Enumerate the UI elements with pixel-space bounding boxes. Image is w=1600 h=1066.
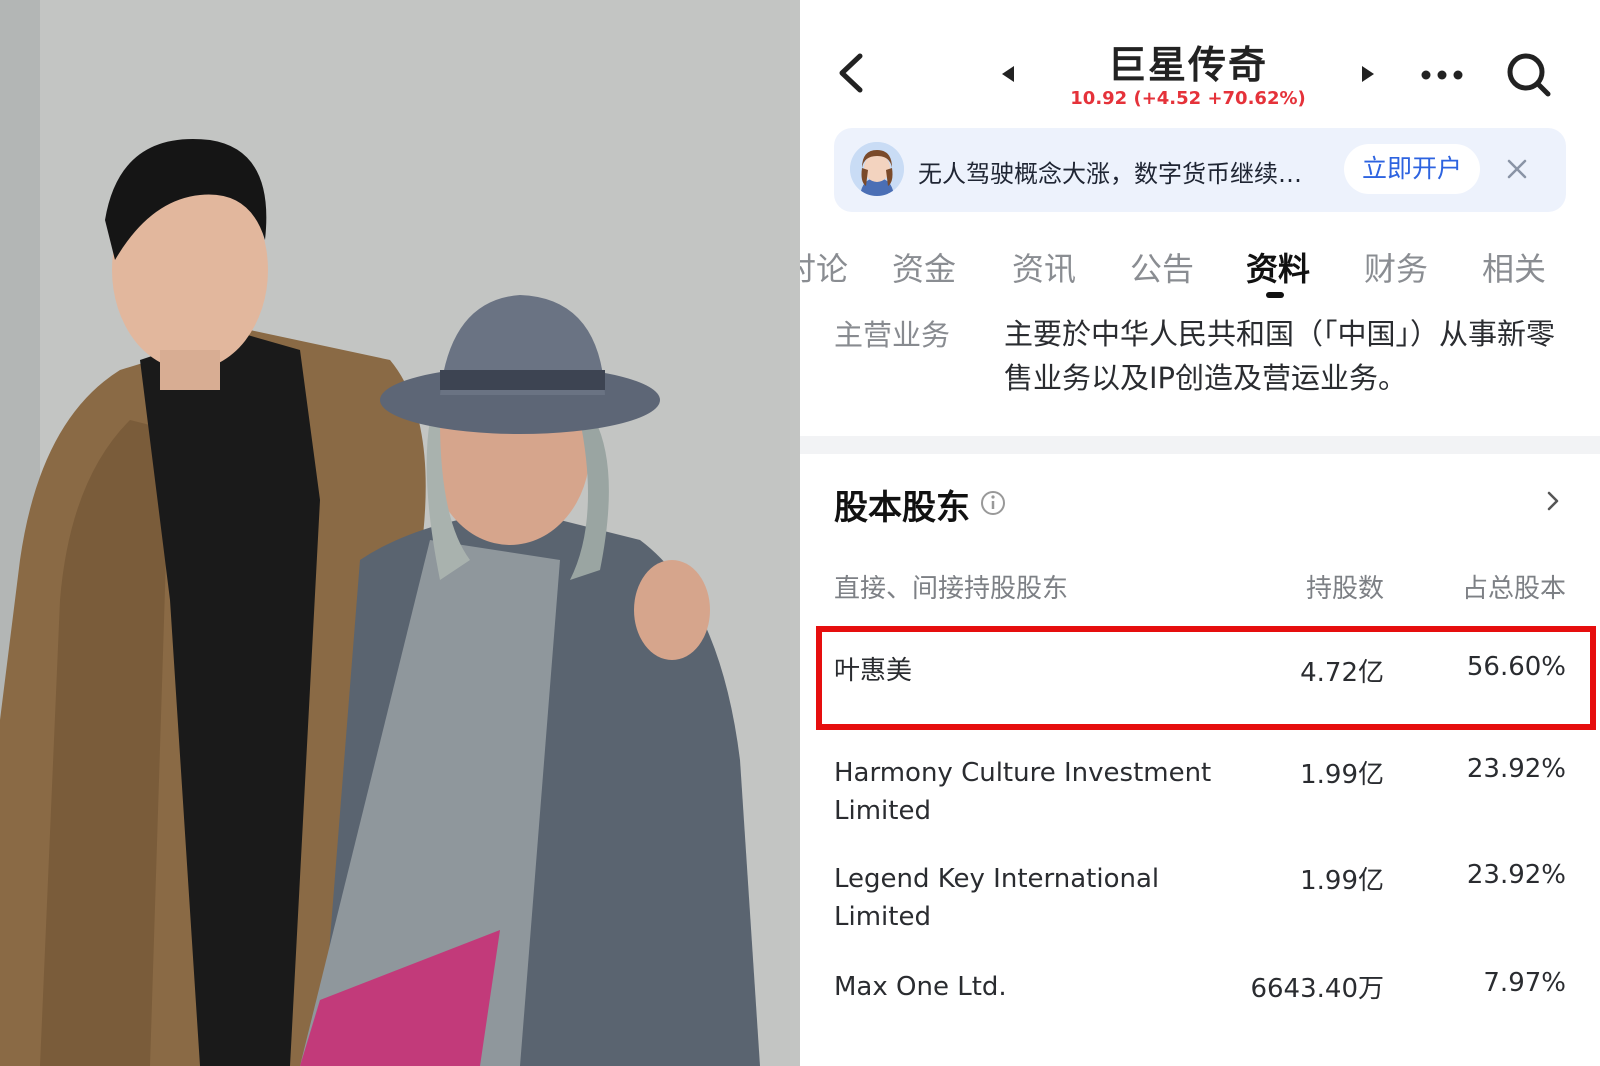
- stock-name: 巨星传奇: [1107, 43, 1268, 87]
- info-icon[interactable]: [978, 488, 1008, 518]
- stock-price-change: 10.92 (+4.52 +70.62%): [1070, 88, 1306, 109]
- assistant-avatar: [850, 142, 904, 196]
- stock-app-screen: 巨星传奇 10.92 (+4.52 +70.62%) 无人驾驶概念大涨，数字货币…: [800, 0, 1600, 1066]
- search-icon[interactable]: [1504, 50, 1554, 100]
- tab-profile[interactable]: 资料: [1246, 244, 1310, 290]
- shareholder-shares: 1.99亿: [1300, 760, 1384, 790]
- column-header-percent: 占总股本: [1461, 574, 1566, 604]
- tab-discussion[interactable]: 讨论: [800, 244, 848, 290]
- open-account-button[interactable]: 立即开户: [1344, 144, 1480, 194]
- shareholders-section-title[interactable]: 股本股东: [834, 480, 970, 529]
- shareholder-name: Max One Ltd.: [834, 972, 1007, 1002]
- photo-panel: [0, 0, 800, 1066]
- shareholder-name: Legend Key International Limited: [834, 864, 1160, 932]
- more-options-icon[interactable]: [1418, 60, 1466, 90]
- shareholder-name: Harmony Culture Investment Limited: [834, 758, 1212, 826]
- column-header-holder: 直接、间接持股股东: [834, 574, 1069, 604]
- tab-news[interactable]: 资讯: [1012, 244, 1076, 290]
- column-header-shares: 持股数: [1305, 574, 1384, 604]
- portrait-photo: [0, 0, 800, 1066]
- tab-financials[interactable]: 财务: [1364, 244, 1428, 290]
- tab-bar: 讨论 资金 资讯 公告 资料 财务 相关: [800, 236, 1600, 302]
- promo-banner[interactable]: 无人驾驶概念大涨，数字货币继续… 立即开户: [834, 128, 1566, 212]
- chevron-right-icon[interactable]: [1542, 488, 1564, 514]
- tab-related[interactable]: 相关: [1482, 244, 1546, 290]
- main-business-label: 主营业务: [834, 318, 951, 352]
- back-arrow-icon[interactable]: [830, 48, 870, 98]
- tab-announcements[interactable]: 公告: [1130, 244, 1194, 290]
- promo-message: 无人驾驶概念大涨，数字货币继续…: [918, 160, 1302, 188]
- shareholder-percent: 23.92%: [1466, 754, 1566, 784]
- prev-stock-icon[interactable]: [996, 62, 1020, 86]
- avatar-illustration: [850, 142, 904, 196]
- tab-funds[interactable]: 资金: [892, 244, 956, 290]
- active-tab-indicator: [1266, 292, 1284, 298]
- section-divider: [800, 436, 1600, 454]
- next-stock-icon[interactable]: [1356, 62, 1380, 86]
- shareholder-percent: 23.92%: [1466, 860, 1566, 890]
- shareholder-shares: 6643.40万: [1250, 974, 1384, 1004]
- shareholder-percent: 7.97%: [1483, 968, 1566, 998]
- main-business-text: 主要於中华人民共和国（「中国」）从事新零售业务以及IP创造及营运业务。: [1004, 317, 1556, 395]
- top-bar: 巨星传奇 10.92 (+4.52 +70.62%): [800, 0, 1600, 120]
- highlight-box: [816, 626, 1596, 730]
- close-icon[interactable]: [1504, 156, 1530, 182]
- shareholder-shares: 1.99亿: [1300, 866, 1384, 896]
